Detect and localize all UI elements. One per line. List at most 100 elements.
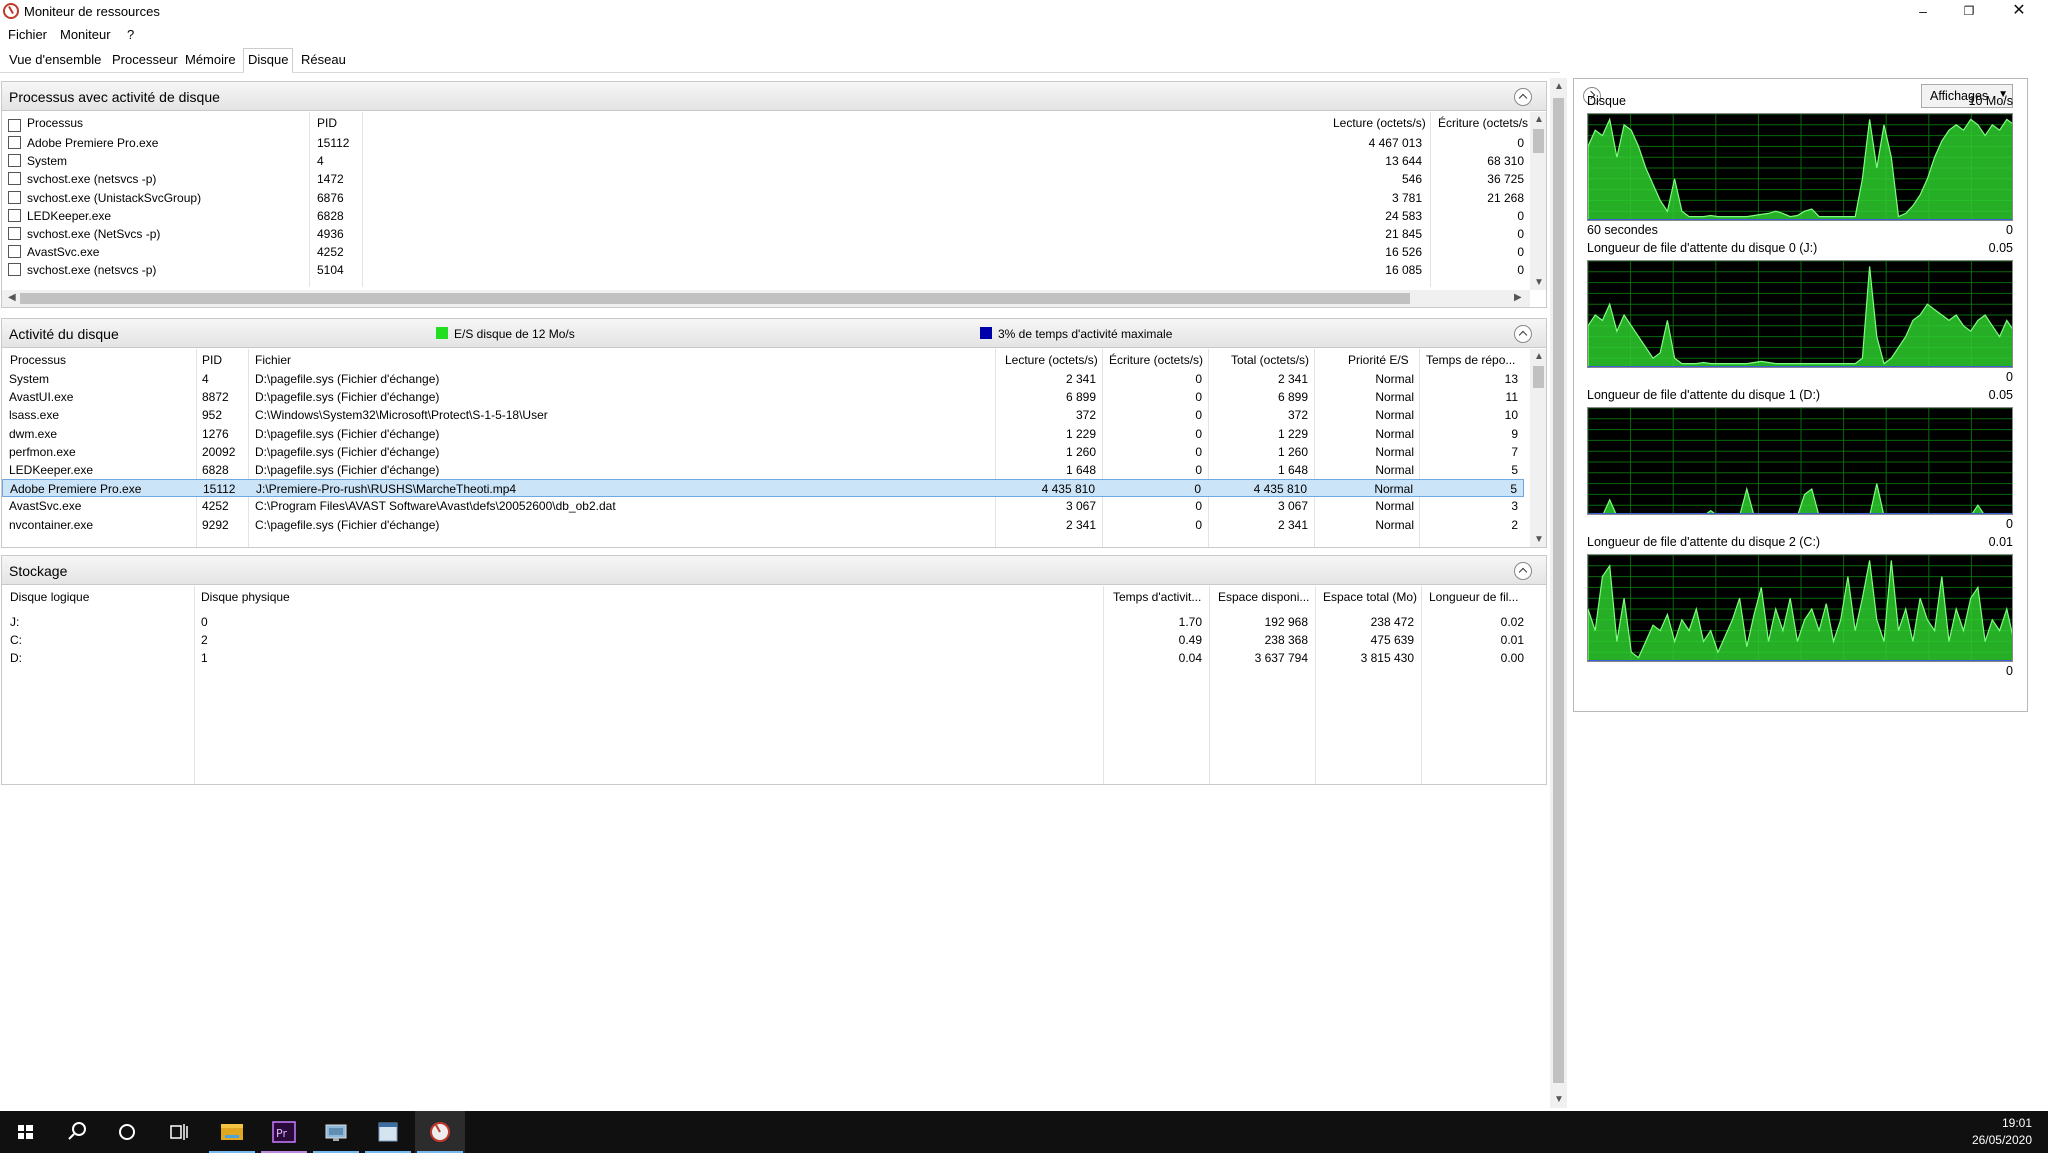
queue-length: 0.00 bbox=[1500, 651, 1524, 666]
col-total-space[interactable]: Espace total (Mo) bbox=[1323, 590, 1417, 604]
response-time: 5 bbox=[1510, 482, 1517, 497]
collapse-icon[interactable] bbox=[1514, 325, 1532, 343]
table-row[interactable]: perfmon.exe 20092 D:\pagefile.sys (Fichier… bbox=[2, 443, 1524, 461]
collapse-icon[interactable] bbox=[1514, 562, 1532, 580]
tab-network[interactable]: Réseau bbox=[299, 52, 348, 67]
vertical-scrollbar[interactable]: ▲ ▼ bbox=[1530, 112, 1546, 290]
table-row[interactable]: Adobe Premiere Pro.exe 15112 4 467 013 0 bbox=[2, 134, 1546, 152]
write-bytes: 0 bbox=[1517, 263, 1524, 278]
col-queue-length[interactable]: Longueur de fil... bbox=[1429, 590, 1518, 604]
col-physical-disk[interactable]: Disque physique bbox=[201, 590, 290, 604]
tab-disk[interactable]: Disque bbox=[243, 48, 294, 73]
process-name: Adobe Premiere Pro.exe bbox=[27, 136, 159, 150]
row-checkbox[interactable] bbox=[8, 263, 21, 277]
row-checkbox[interactable] bbox=[8, 227, 21, 240]
row-checkbox[interactable] bbox=[8, 190, 21, 204]
maximize-button[interactable]: ❐ bbox=[1946, 0, 1992, 24]
col-total[interactable]: Total (octets/s) bbox=[1231, 353, 1309, 367]
clock[interactable]: 19:01 26/05/2020 bbox=[1972, 1115, 2032, 1149]
resource-monitor-taskbar-icon[interactable] bbox=[415, 1111, 465, 1153]
free-space: 192 968 bbox=[1264, 615, 1308, 629]
close-button[interactable]: ✕ bbox=[1996, 0, 2042, 24]
col-free-space[interactable]: Espace disponi... bbox=[1218, 590, 1309, 604]
table-row[interactable]: svchost.exe (netsvcs -p) 1472 546 36 725 bbox=[2, 170, 1546, 188]
response-time: 7 bbox=[1511, 444, 1518, 459]
tab-overview[interactable]: Vue d'ensemble bbox=[7, 52, 103, 67]
tab-processor[interactable]: Processeur bbox=[110, 52, 180, 67]
table-row[interactable]: AvastSvc.exe 4252 16 526 0 bbox=[2, 243, 1546, 261]
active-time: 1.70 bbox=[1178, 615, 1202, 629]
row-checkbox[interactable] bbox=[8, 245, 21, 259]
response-time: 2 bbox=[1511, 517, 1518, 532]
io-priority: Normal bbox=[1374, 482, 1413, 497]
total-space: 475 639 bbox=[1370, 633, 1414, 648]
active-time: 0.04 bbox=[1178, 651, 1202, 666]
task-view-icon[interactable] bbox=[154, 1111, 204, 1153]
process-name: lsass.exe bbox=[9, 408, 60, 423]
table-row[interactable]: svchost.exe (NetSvcs -p) 4936 21 845 0 bbox=[2, 225, 1546, 243]
tab-memory[interactable]: Mémoire bbox=[183, 52, 238, 67]
graph-max: 10 Mo/s bbox=[1968, 94, 2013, 108]
col-response[interactable]: Temps de répo... bbox=[1426, 353, 1515, 367]
menu-moniteur[interactable]: Moniteur bbox=[60, 27, 111, 42]
horizontal-scrollbar[interactable]: ◀ ▶ bbox=[2, 290, 1530, 307]
graphs-pane: Affichages ▼ Disque 10 Mo/s 60 secondes 0 Lo… bbox=[1573, 78, 2028, 712]
window-app-icon[interactable] bbox=[363, 1111, 413, 1153]
menu-fichier[interactable]: Fichier bbox=[8, 27, 47, 42]
select-all-checkbox[interactable] bbox=[8, 119, 21, 132]
active-time: 0.49 bbox=[1178, 633, 1202, 648]
file-path: C:\Program Files\AVAST Software\Avast\de… bbox=[255, 499, 616, 514]
table-row[interactable]: LEDKeeper.exe 6828 D:\pagefile.sys (Fichie… bbox=[2, 461, 1524, 479]
col-read[interactable]: Lecture (octets/s) bbox=[1333, 116, 1426, 130]
col-process[interactable]: Processus bbox=[27, 116, 83, 130]
col-active-time[interactable]: Temps d'activit... bbox=[1113, 590, 1201, 604]
col-pid[interactable]: PID bbox=[317, 116, 337, 130]
table-row[interactable]: lsass.exe 952 C:\Windows\System32\Microsof… bbox=[2, 406, 1524, 424]
disk-processes-header[interactable]: Processus avec activité de disque bbox=[2, 82, 1546, 111]
table-row[interactable]: dwm.exe 1276 D:\pagefile.sys (Fichier d'éc… bbox=[2, 425, 1524, 443]
table-row[interactable]: J: 0 1.70 192 968 238 472 0.02 bbox=[2, 613, 1546, 631]
file-explorer-icon[interactable] bbox=[207, 1111, 257, 1153]
row-checkbox[interactable] bbox=[8, 136, 21, 149]
table-row[interactable]: System 4 D:\pagefile.sys (Fichier d'échang… bbox=[2, 370, 1524, 388]
menu-help[interactable]: ? bbox=[127, 27, 134, 42]
write-bytes: 21 268 bbox=[1487, 190, 1524, 205]
row-checkbox[interactable] bbox=[8, 154, 21, 168]
main-scrollbar[interactable]: ▲ ▼ bbox=[1550, 78, 1567, 1108]
table-row[interactable]: System 4 13 644 68 310 bbox=[2, 152, 1546, 170]
col-pid[interactable]: PID bbox=[202, 353, 222, 367]
storage-header[interactable]: Stockage bbox=[2, 556, 1546, 585]
table-row[interactable]: nvcontainer.exe 9292 C:\pagefile.sys (Fich… bbox=[2, 516, 1524, 534]
start-button[interactable] bbox=[0, 1111, 50, 1153]
col-process[interactable]: Processus bbox=[10, 353, 66, 367]
premiere-pro-icon[interactable]: Pr bbox=[259, 1111, 309, 1153]
col-write[interactable]: Écriture (octets/s bbox=[1438, 116, 1528, 130]
file-path: D:\pagefile.sys (Fichier d'échange) bbox=[255, 444, 440, 459]
table-row[interactable]: D: 1 0.04 3 637 794 3 815 430 0.00 bbox=[2, 649, 1546, 667]
file-path: D:\pagefile.sys (Fichier d'échange) bbox=[255, 390, 440, 405]
network-app-icon[interactable] bbox=[311, 1111, 361, 1153]
col-file[interactable]: Fichier bbox=[255, 353, 291, 367]
panel-title: Stockage bbox=[9, 563, 68, 579]
table-row[interactable]: AvastUI.exe 8872 D:\pagefile.sys (Fichier … bbox=[2, 388, 1524, 406]
col-priority[interactable]: Priorité E/S bbox=[1348, 353, 1409, 367]
collapse-icon[interactable] bbox=[1514, 88, 1532, 106]
row-checkbox[interactable] bbox=[8, 208, 21, 222]
table-row[interactable]: svchost.exe (netsvcs -p) 5104 16 085 0 bbox=[2, 261, 1546, 279]
graph-max: 0.01 bbox=[1988, 535, 2013, 549]
col-read[interactable]: Lecture (octets/s) bbox=[1005, 353, 1098, 367]
minimize-button[interactable]: – bbox=[1900, 0, 1946, 24]
col-write[interactable]: Écriture (octets/s) bbox=[1109, 353, 1203, 367]
table-row[interactable]: LEDKeeper.exe 6828 24 583 0 bbox=[2, 207, 1546, 225]
disk-activity-header[interactable]: Activité du disque E/S disque de 12 Mo/s… bbox=[2, 319, 1546, 348]
table-row[interactable]: AvastSvc.exe 4252 C:\Program Files\AVAST S… bbox=[2, 497, 1524, 515]
table-row[interactable]: Adobe Premiere Pro.exe 15112 J:\Premiere-P… bbox=[2, 479, 1524, 498]
table-row[interactable]: svchost.exe (UnistackSvcGroup) 6876 3 781 2… bbox=[2, 189, 1546, 207]
total-bytes: 2 341 bbox=[1277, 517, 1308, 532]
row-checkbox[interactable] bbox=[8, 172, 21, 186]
cortana-icon[interactable] bbox=[102, 1111, 152, 1153]
col-logical-disk[interactable]: Disque logique bbox=[10, 590, 89, 604]
search-icon[interactable] bbox=[52, 1111, 102, 1153]
table-row[interactable]: C: 2 0.49 238 368 475 639 0.01 bbox=[2, 631, 1546, 649]
vertical-scrollbar[interactable]: ▲ ▼ bbox=[1530, 349, 1546, 547]
